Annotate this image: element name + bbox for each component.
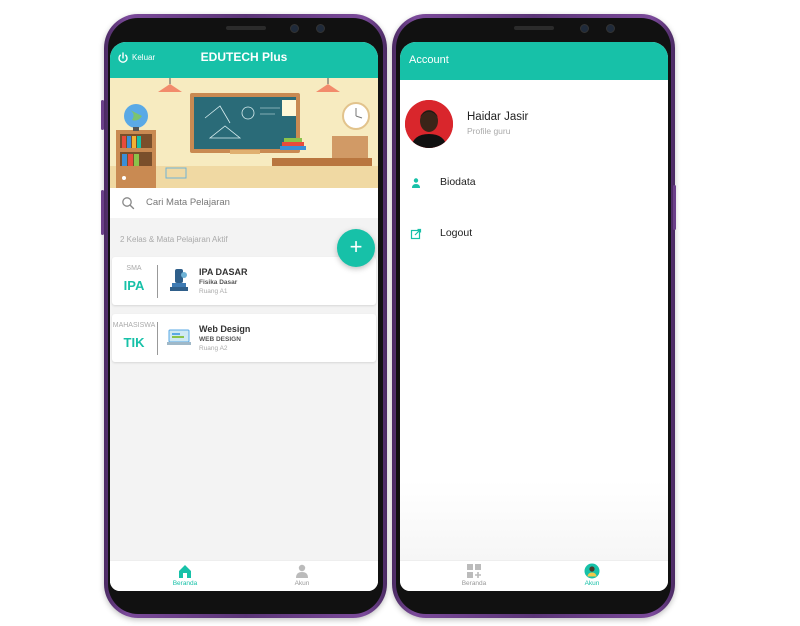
front-camera <box>580 24 589 33</box>
app-header: Keluar EDUTECH Plus <box>110 42 378 78</box>
class-title: Web Design <box>199 324 251 334</box>
bottom-nav: Beranda Akun <box>110 560 378 591</box>
profile-photo <box>405 100 453 148</box>
class-title: IPA DASAR <box>199 267 248 277</box>
class-category: MAHASISWA <box>112 322 156 329</box>
class-list-section: 2 Kelas & Mata Pelajaran Aktif SMA IPA I… <box>110 218 378 583</box>
bixby-button <box>101 190 104 235</box>
speaker-grille <box>226 26 266 30</box>
app-title: EDUTECH Plus <box>200 50 288 64</box>
person-icon <box>584 563 600 579</box>
divider <box>157 322 158 355</box>
divider <box>157 265 158 298</box>
search-bar[interactable]: Cari Mata Pelajaran <box>110 188 378 219</box>
home-icon <box>179 565 191 578</box>
front-camera <box>290 24 299 33</box>
search-input[interactable]: Cari Mata Pelajaran <box>146 197 230 208</box>
speaker-grille <box>514 26 554 30</box>
class-subject: Fisika Dasar <box>199 279 238 286</box>
nav-tab-akun[interactable]: Akun <box>272 563 332 587</box>
left-screen: Keluar EDUTECH Plus Cari Mata Pelajaran … <box>110 42 378 591</box>
class-card[interactable]: MAHASISWA TIK Web Design WEB DESIGN Ruan… <box>112 314 376 362</box>
menu-item-label: Logout <box>440 227 473 239</box>
nav-label: Akun <box>584 580 600 587</box>
nav-tab-beranda[interactable]: Beranda <box>444 563 504 587</box>
external-link-icon <box>410 228 422 240</box>
account-header: Account <box>400 42 668 80</box>
menu-item-biodata[interactable]: Biodata <box>400 169 668 199</box>
class-subject: WEB DESIGN <box>199 336 241 343</box>
search-icon <box>122 197 135 210</box>
profile-name: Haidar Jasir <box>467 111 529 123</box>
volume-button <box>101 100 104 130</box>
right-screen: Account Haidar Jasir Profile guru Biodat… <box>400 42 668 591</box>
grid-add-icon <box>467 564 481 578</box>
menu-item-label: Biodata <box>440 176 476 188</box>
class-room: Ruang A2 <box>199 345 228 352</box>
menu-item-logout[interactable]: Logout <box>400 220 668 250</box>
nav-tab-akun[interactable]: Akun <box>562 563 622 587</box>
sensor <box>316 24 325 33</box>
background-fade <box>400 481 668 561</box>
microscope-icon <box>170 269 188 291</box>
class-category: SMA <box>126 265 142 272</box>
add-class-button[interactable]: + <box>337 229 375 267</box>
bottom-nav: Beranda Akun <box>400 560 668 591</box>
nav-tab-beranda[interactable]: Beranda <box>155 563 215 587</box>
classroom-banner-image <box>110 78 378 188</box>
class-room: Ruang A1 <box>199 288 228 295</box>
laptop-icon <box>167 329 191 345</box>
class-code: IPA <box>123 278 145 293</box>
nav-label: Beranda <box>172 580 198 587</box>
person-icon <box>296 564 308 578</box>
avatar[interactable] <box>405 100 453 148</box>
class-code: TIK <box>123 335 145 350</box>
nav-label: Akun <box>294 580 310 587</box>
page-title: Account <box>409 54 449 66</box>
profile-role: Profile guru <box>467 126 511 136</box>
sensor <box>606 24 615 33</box>
plus-icon: + <box>349 234 363 259</box>
section-label: 2 Kelas & Mata Pelajaran Aktif <box>120 235 228 244</box>
class-card[interactable]: SMA IPA IPA DASAR Fisika Dasar Ruang A1 <box>112 257 376 305</box>
person-icon <box>412 178 420 188</box>
power-button <box>673 185 676 230</box>
nav-label: Beranda <box>461 580 487 587</box>
